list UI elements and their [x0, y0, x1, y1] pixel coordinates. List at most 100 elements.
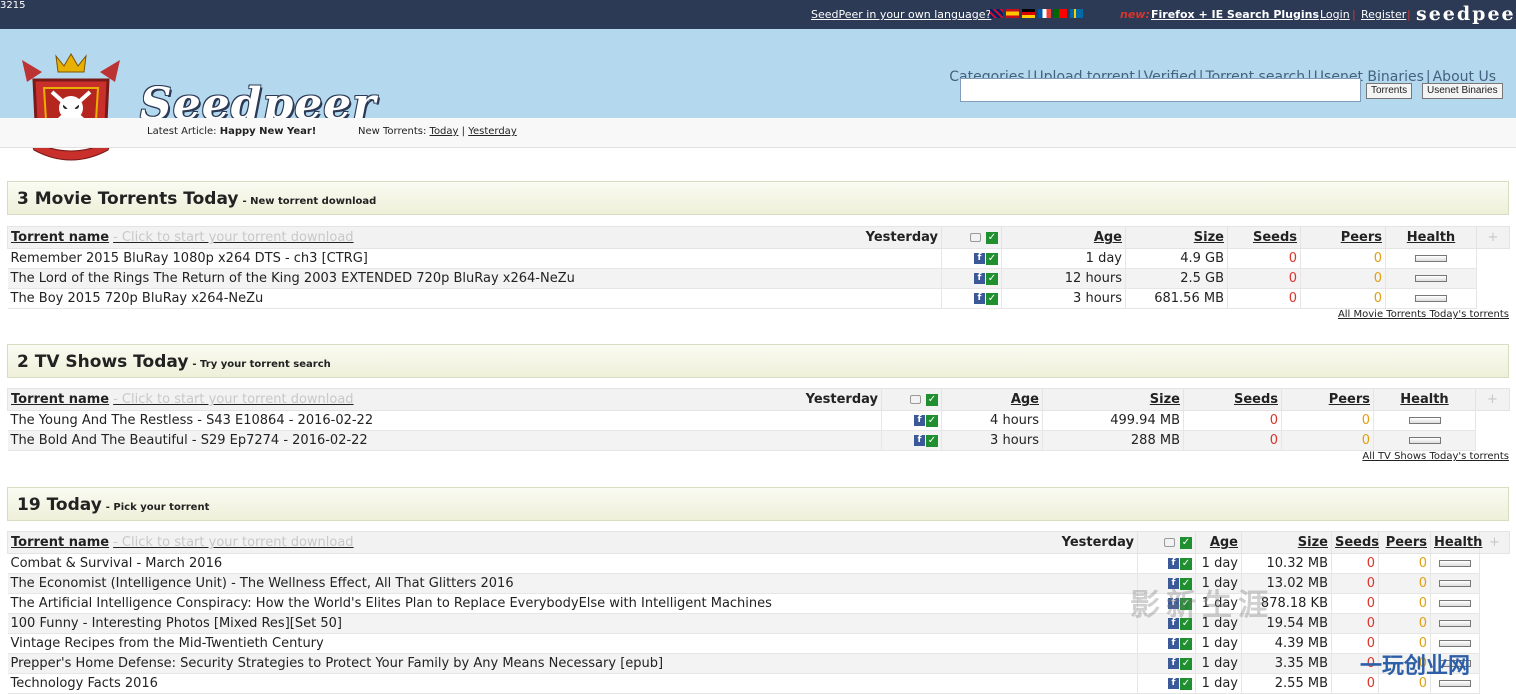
col-seeds[interactable]: Seeds	[1227, 226, 1301, 249]
col-size[interactable]: Size	[1042, 388, 1184, 411]
facebook-icon[interactable]: f	[974, 293, 985, 304]
col-yesterday[interactable]: Yesterday	[1062, 535, 1134, 550]
flag-uk-icon[interactable]	[990, 9, 1003, 18]
col-age[interactable]: Age	[941, 388, 1043, 411]
search-input[interactable]	[960, 78, 1361, 102]
table-row[interactable]: Remember 2015 BluRay 1080p x264 DTS - ch…	[7, 248, 1510, 269]
table-row[interactable]: Prepper's Home Defense: Security Strateg…	[7, 653, 1510, 674]
facebook-icon[interactable]: f	[1168, 658, 1179, 669]
latest-article-link[interactable]: Happy New Year!	[220, 126, 317, 137]
col-torrent-name[interactable]: Torrent name - Click to start your torren…	[7, 226, 942, 249]
torrent-name-link[interactable]: Vintage Recipes from the Mid-Twentieth C…	[7, 633, 1138, 654]
table-row[interactable]: The Artificial Intelligence Conspiracy: …	[7, 593, 1510, 614]
col-peers[interactable]: Peers	[1300, 226, 1386, 249]
flag-fr-icon[interactable]	[1038, 9, 1051, 18]
facebook-icon[interactable]: f	[974, 253, 985, 264]
torrent-name-link[interactable]: Combat & Survival - March 2016	[7, 553, 1138, 574]
torrent-seeds: 0	[1183, 410, 1282, 431]
torrent-age: 1 day	[1195, 633, 1242, 654]
table-row[interactable]: The Young And The Restless - S43 E10864 …	[7, 410, 1510, 431]
col-plus[interactable]: +	[1476, 226, 1510, 249]
torrent-name-link[interactable]: Remember 2015 BluRay 1080p x264 DTS - ch…	[7, 248, 942, 269]
torrent-name-link[interactable]: 100 Funny - Interesting Photos [Mixed Re…	[7, 613, 1138, 634]
facebook-icon[interactable]: f	[1168, 638, 1179, 649]
search-usenet-button[interactable]: Usenet Binaries	[1422, 83, 1503, 99]
col-peers[interactable]: Peers	[1281, 388, 1374, 411]
table-row[interactable]: 100 Funny - Interesting Photos [Mixed Re…	[7, 613, 1510, 634]
torrent-name-link[interactable]: The Economist (Intelligence Unit) - The …	[7, 573, 1138, 594]
flag-de-icon[interactable]	[1022, 9, 1035, 18]
flag-se-icon[interactable]	[1070, 9, 1083, 18]
verified-icon: ✓	[986, 292, 998, 305]
torrent-name-link[interactable]: The Artificial Intelligence Conspiracy: …	[7, 593, 1138, 614]
col-yesterday[interactable]: Yesterday	[866, 230, 938, 245]
divider: |	[1352, 8, 1356, 21]
torrent-name-link[interactable]: The Lord of the Rings The Return of the …	[7, 268, 942, 289]
table-row[interactable]: The Bold And The Beautiful - S29 Ep7274 …	[7, 430, 1510, 451]
table-row[interactable]: Combat & Survival - March 2016 f ✓ 1 day …	[7, 553, 1510, 574]
col-plus[interactable]: +	[1479, 531, 1510, 554]
all-tv-link[interactable]: All TV Shows Today's torrents	[1362, 451, 1509, 462]
torrent-name-link[interactable]: Technology Facts 2016	[7, 673, 1138, 694]
torrent-peers: 0	[1300, 288, 1386, 309]
col-age[interactable]: Age	[1195, 531, 1242, 554]
new-torrents-label: New Torrents:	[358, 126, 427, 137]
register-link[interactable]: Register	[1361, 8, 1406, 21]
col-plus[interactable]: +	[1475, 388, 1510, 411]
col-torrent-name[interactable]: Torrent name - Click to start your torren…	[7, 531, 1138, 554]
torrent-name-link[interactable]: The Boy 2015 720p BluRay x264-NeZu	[7, 288, 942, 309]
new-torrents-today-link[interactable]: Today	[430, 126, 459, 137]
comment-icon	[1164, 538, 1175, 547]
table-row[interactable]: Technology Facts 2016 f ✓ 1 day 2.55 MB 0…	[7, 673, 1510, 694]
col-seeds[interactable]: Seeds	[1183, 388, 1282, 411]
top-bar: 3215 SeedPeer in your own language? new:…	[0, 0, 1516, 29]
torrent-name-link[interactable]: Prepper's Home Defense: Security Strateg…	[7, 653, 1138, 674]
facebook-icon[interactable]: f	[1168, 678, 1179, 689]
col-health[interactable]: Health	[1373, 388, 1476, 411]
torrent-health	[1430, 593, 1480, 614]
health-bar	[1439, 640, 1471, 647]
col-health[interactable]: Health	[1385, 226, 1477, 249]
col-icons: ✓	[1137, 531, 1196, 554]
logo-crest-icon[interactable]	[12, 52, 130, 168]
torrent-name-link[interactable]: The Bold And The Beautiful - S29 Ep7274 …	[7, 430, 882, 451]
col-torrent-name[interactable]: Torrent name - Click to start your torren…	[7, 388, 882, 411]
torrent-peers: 0	[1378, 573, 1431, 594]
health-bar	[1439, 560, 1471, 567]
brand-wordmark[interactable]: seedpeer	[1416, 3, 1516, 25]
facebook-icon[interactable]: f	[914, 435, 925, 446]
sub-bar: Latest Article: Happy New Year! New Torr…	[0, 118, 1516, 148]
all-movies-link[interactable]: All Movie Torrents Today's torrents	[1338, 309, 1509, 320]
verified-icon: ✓	[1180, 637, 1192, 650]
language-flags	[990, 9, 1083, 18]
facebook-icon[interactable]: f	[974, 273, 985, 284]
new-torrents-yesterday-link[interactable]: Yesterday	[468, 126, 517, 137]
login-link[interactable]: Login	[1320, 8, 1350, 21]
torrent-size: 499.94 MB	[1042, 410, 1184, 431]
torrent-name-link[interactable]: The Young And The Restless - S43 E10864 …	[7, 410, 882, 431]
section-title-today: 19 Today - Pick your torrent	[7, 487, 1509, 521]
new-torrents: New Torrents: Today | Yesterday	[358, 126, 517, 137]
col-health[interactable]: Health	[1430, 531, 1482, 554]
table-row[interactable]: The Boy 2015 720p BluRay x264-NeZu f ✓ 3 …	[7, 288, 1510, 309]
empty-cell	[1475, 410, 1510, 431]
facebook-icon[interactable]: f	[914, 415, 925, 426]
table-row[interactable]: Vintage Recipes from the Mid-Twentieth C…	[7, 633, 1510, 654]
col-seeds[interactable]: Seeds	[1331, 531, 1379, 554]
col-yesterday[interactable]: Yesterday	[806, 392, 878, 407]
col-peers[interactable]: Peers	[1378, 531, 1431, 554]
facebook-icon[interactable]: f	[1168, 558, 1179, 569]
table-row[interactable]: The Lord of the Rings The Return of the …	[7, 268, 1510, 289]
col-size[interactable]: Size	[1125, 226, 1228, 249]
search-torrents-button[interactable]: Torrents	[1366, 83, 1413, 99]
search-plugins-link[interactable]: Firefox + IE Search Plugins	[1151, 8, 1319, 21]
col-size[interactable]: Size	[1241, 531, 1332, 554]
col-age[interactable]: Age	[1001, 226, 1126, 249]
flag-pt-icon[interactable]	[1054, 9, 1067, 18]
language-link[interactable]: SeedPeer in your own language?	[811, 8, 991, 21]
flag-es-icon[interactable]	[1006, 9, 1019, 18]
torrent-table-movies: Torrent name - Click to start your torren…	[7, 226, 1510, 309]
table-row[interactable]: The Economist (Intelligence Unit) - The …	[7, 573, 1510, 594]
comment-icon	[970, 233, 981, 242]
torrent-age: 3 hours	[1001, 288, 1126, 309]
